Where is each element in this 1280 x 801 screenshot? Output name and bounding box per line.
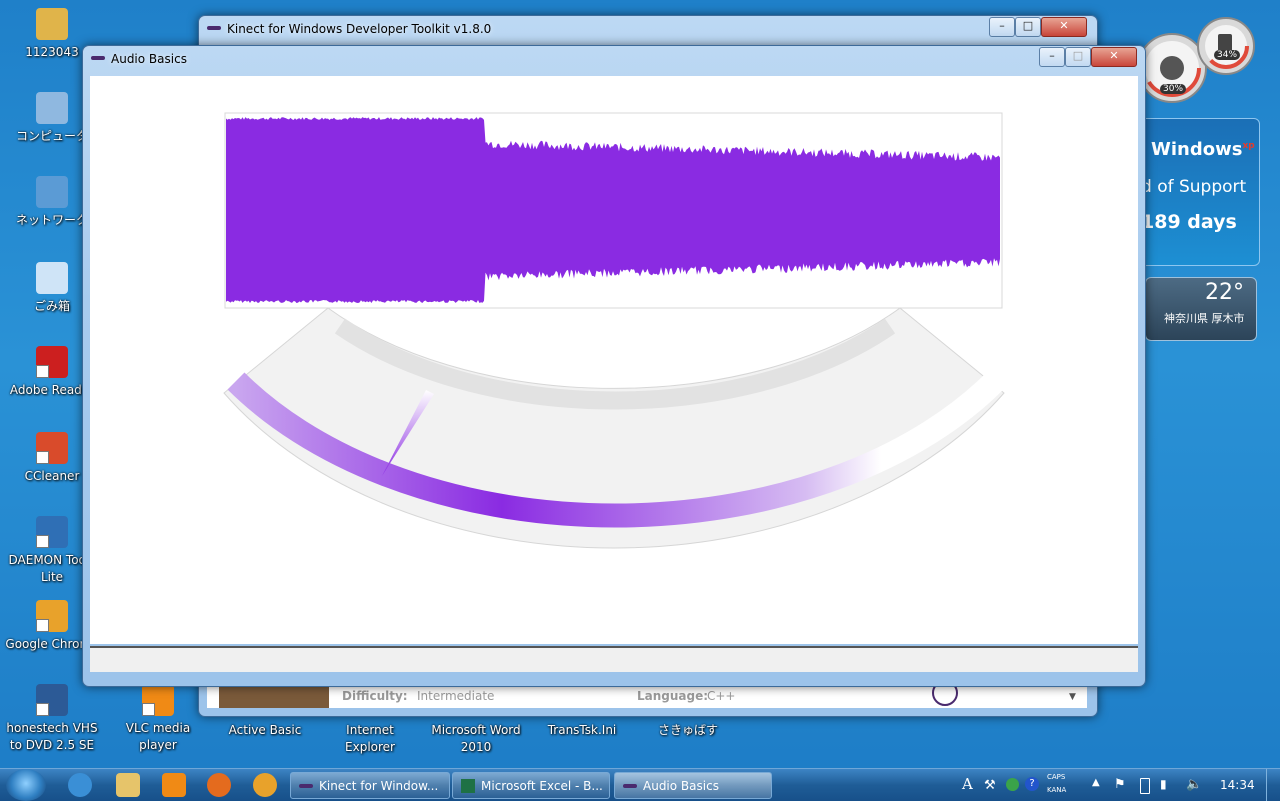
close-button[interactable]: ✕ <box>1041 17 1087 37</box>
action-center-flag-icon[interactable]: ⚑ <box>1114 777 1126 792</box>
desktop-icon-label: Active Basic <box>228 723 302 737</box>
desktop-icon-label: さきゅばす <box>657 723 718 737</box>
vlc-icon <box>142 684 174 716</box>
desktop-icon[interactable]: VLC media player <box>108 684 208 754</box>
kinect-task-icon <box>299 784 313 788</box>
audio-content <box>90 76 1138 644</box>
weather-gadget[interactable]: 22° 神奈川県 厚木市 <box>1145 277 1257 341</box>
task-label: Microsoft Excel - B... <box>481 779 603 793</box>
audio-minimize-button[interactable]: – <box>1039 47 1065 67</box>
windows-xp-label: Windowsxp <box>1151 139 1255 160</box>
computer-icon <box>36 92 68 124</box>
status-bar <box>90 646 1138 672</box>
internet-explorer-taskbar-icon[interactable] <box>68 773 92 797</box>
audio-maximize-button[interactable]: □ <box>1065 47 1091 67</box>
desktop-icon[interactable]: Microsoft Word 2010 <box>426 722 526 756</box>
signal-icon[interactable]: ▮ <box>1160 777 1167 791</box>
minimize-button[interactable]: – <box>989 17 1015 37</box>
show-desktop-button[interactable] <box>1266 769 1280 801</box>
sample-thumbnail <box>219 686 329 708</box>
difficulty-value: Intermediate <box>417 689 495 703</box>
chrome-taskbar-icon[interactable] <box>253 773 277 797</box>
maximize-button[interactable]: □ <box>1015 17 1041 37</box>
chrome-icon <box>36 600 68 632</box>
daemon-tools-icon <box>36 516 68 548</box>
excel-task-icon <box>461 779 475 793</box>
battery-icon[interactable] <box>1140 778 1150 794</box>
days-remaining: 189 days <box>1141 211 1237 233</box>
meter-gadget[interactable]: 30% 34% <box>1130 8 1260 108</box>
language-label: Language: <box>637 689 709 703</box>
desktop-icon-label: honestech VHS to DVD 2.5 SE <box>6 721 98 752</box>
support-gadget[interactable]: Windowsxp d of Support 189 days <box>1140 118 1260 266</box>
desktop-icon[interactable]: Internet Explorer <box>320 722 420 756</box>
task-label: Kinect for Window... <box>319 779 439 793</box>
audio-basics-window[interactable]: Audio Basics – □ ✕ <box>82 45 1146 687</box>
explorer-taskbar-icon[interactable] <box>116 773 140 797</box>
start-button[interactable] <box>6 769 46 801</box>
kana-indicator: KANA <box>1047 786 1067 794</box>
kinect-app-icon <box>207 26 221 30</box>
honestech-icon <box>36 684 68 716</box>
task-label: Audio Basics <box>643 779 719 793</box>
folder-icon <box>36 8 68 40</box>
difficulty-label: Difficulty: <box>342 689 408 703</box>
ime-pad-icon[interactable] <box>1006 778 1019 791</box>
ccleaner-icon <box>36 432 68 464</box>
memory-percent: 34% <box>1214 50 1241 60</box>
audio-window-title: Audio Basics <box>111 52 187 66</box>
media-player-taskbar-icon[interactable] <box>162 773 186 797</box>
caps-indicator: CAPS <box>1047 773 1066 781</box>
desktop-icon[interactable]: さきゅばす <box>638 722 738 739</box>
recycle-bin-icon <box>36 262 68 294</box>
weather-location: 神奈川県 厚木市 <box>1164 312 1245 325</box>
meter-gauges-svg <box>1137 17 1255 103</box>
audio-visual-svg <box>223 112 1005 549</box>
desktop-icon-label: Microsoft Word 2010 <box>431 723 521 754</box>
scroll-down-arrow[interactable]: ▼ <box>1069 692 1081 704</box>
ime-indicator[interactable]: A <box>962 775 973 793</box>
desktop-icon-label: TransTsk.Ini <box>547 723 617 737</box>
desktop-icon[interactable]: TransTsk.Ini <box>532 722 632 739</box>
help-icon[interactable]: ? <box>1025 777 1039 791</box>
tools-icon[interactable]: ⚒ <box>984 778 996 793</box>
desktop-icon[interactable]: honestech VHS to DVD 2.5 SE <box>2 684 102 754</box>
desktop-icon-label: VLC media player <box>125 721 191 752</box>
audio-close-button[interactable]: ✕ <box>1091 47 1137 67</box>
temperature: 22° <box>1205 280 1244 305</box>
language-value: C++ <box>707 689 736 703</box>
end-of-support-label: d of Support <box>1141 177 1247 197</box>
task-kinect-toolkit[interactable]: Kinect for Window... <box>290 772 450 799</box>
clock[interactable]: 14:34 <box>1220 778 1255 792</box>
audio-app-icon <box>91 56 105 60</box>
volume-muted-icon[interactable]: 🔈 <box>1186 777 1202 792</box>
firefox-taskbar-icon[interactable] <box>207 773 231 797</box>
audio-task-icon <box>623 784 637 788</box>
desktop-icon[interactable]: Active Basic <box>215 722 315 739</box>
desktop-icon-label: Internet Explorer <box>345 723 395 754</box>
cpu-percent: 30% <box>1160 84 1187 94</box>
adobe-reader-icon <box>36 346 68 378</box>
show-hidden-icons-button[interactable]: ▲ <box>1092 777 1100 788</box>
task-excel[interactable]: Microsoft Excel - B... <box>452 772 610 799</box>
network-icon <box>36 176 68 208</box>
task-audio-basics[interactable]: Audio Basics <box>614 772 772 799</box>
toolkit-window-title: Kinect for Windows Developer Toolkit v1.… <box>227 22 492 36</box>
taskbar: Kinect for Window... Microsoft Excel - B… <box>0 768 1280 801</box>
